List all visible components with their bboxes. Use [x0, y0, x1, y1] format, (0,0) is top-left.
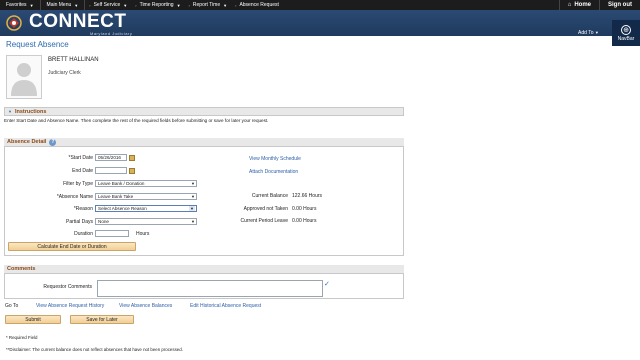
- partial-days-select[interactable]: None ▼: [95, 218, 197, 225]
- breadcrumb-label: Absence Request: [239, 2, 279, 8]
- chevron-down-icon: ▼: [191, 219, 195, 224]
- main-menu[interactable]: Main Menu ▼: [41, 0, 86, 10]
- breadcrumb-absence-request[interactable]: › Absence Request: [231, 0, 283, 10]
- sign-out-label: Sign out: [608, 2, 632, 8]
- breadcrumb-self-service[interactable]: › Self Service ▼: [85, 0, 131, 10]
- start-date-input[interactable]: 05/26/2016: [95, 154, 127, 161]
- employee-name: BRETT HALLINAN: [48, 57, 99, 63]
- filter-type-value: Leave Bank / Donation: [98, 181, 145, 186]
- reason-label: *Reason: [73, 206, 93, 212]
- current-balance-value: 122.66 Hours: [292, 193, 323, 199]
- chevron-down-icon: ▼: [191, 194, 195, 199]
- sign-out-button[interactable]: Sign out: [599, 0, 640, 10]
- current-period-leave-value: 0.00 Hours: [292, 218, 317, 224]
- chevron-right-icon: ›: [235, 2, 237, 8]
- goto-label: Go To: [5, 303, 19, 309]
- hours-unit-label: Hours: [136, 231, 150, 237]
- chevron-down-icon: ▼: [123, 2, 128, 8]
- collapse-triangle-icon: ▼: [8, 109, 12, 114]
- chevron-down-icon: ▼: [29, 2, 34, 8]
- home-label: Home: [574, 2, 591, 8]
- view-absence-request-history-link[interactable]: View Absence Request History: [36, 303, 104, 309]
- breadcrumb-time-reporting[interactable]: › Time Reporting ▼: [131, 0, 184, 10]
- home-button[interactable]: ⌂ Home: [558, 0, 599, 10]
- comments-header: Comments: [4, 265, 404, 274]
- logo-text: CONNECT: [29, 11, 127, 32]
- chevron-right-icon: ›: [89, 2, 91, 8]
- approved-not-taken-label: Approved not Taken: [243, 206, 288, 212]
- logo-subtitle: Maryland Judiciary: [90, 31, 133, 36]
- save-for-later-button[interactable]: Save for Later: [70, 315, 134, 324]
- view-monthly-schedule-link[interactable]: View Monthly Schedule: [249, 156, 301, 162]
- top-navigation-bar: Favorites ▼ Main Menu ▼ › Self Service ▼ › Ti…: [0, 0, 640, 10]
- main-menu-label: Main Menu: [46, 2, 72, 8]
- current-balance-label: Current Balance: [251, 193, 288, 199]
- absence-name-select[interactable]: Leave Bank Take ▼: [95, 193, 197, 200]
- chevron-down-icon: ▼: [191, 181, 195, 186]
- approved-not-taken-value: 0.00 Hours: [292, 206, 317, 212]
- filter-type-label: Filter by Type: [63, 181, 93, 187]
- absence-detail-header: Absence Detail ?: [4, 138, 404, 147]
- required-field-note: * Required Field: [6, 335, 38, 340]
- person-silhouette-icon: [11, 63, 37, 96]
- page-title: Request Absence: [6, 40, 69, 49]
- requestor-comments-textarea[interactable]: [97, 280, 323, 297]
- breadcrumb-label: Self Service: [93, 2, 121, 8]
- attach-documentation-link[interactable]: Attach Documentation: [249, 169, 298, 175]
- spellcheck-icon[interactable]: ✓: [324, 280, 330, 288]
- compass-icon: ⊕: [621, 24, 631, 35]
- chevron-down-icon: ▼: [189, 206, 195, 211]
- calendar-icon[interactable]: [129, 155, 135, 161]
- chevron-down-icon: ▼: [176, 2, 181, 8]
- app-header: CONNECT Maryland Judiciary Add To ▼ ⊕ Na…: [0, 10, 640, 46]
- instructions-title: Instructions: [14, 108, 47, 115]
- end-date-label: End Date: [72, 168, 93, 174]
- comments-title: Comments: [7, 266, 36, 272]
- home-icon: ⌂: [567, 2, 572, 8]
- current-period-leave-label: Current Period Leave: [240, 218, 288, 224]
- duration-label: Duration: [74, 231, 93, 237]
- calculate-button[interactable]: Calculate End Date or Duration: [8, 242, 136, 251]
- instructions-text: Enter Start Date and Absence Name. Then …: [4, 118, 269, 123]
- employee-job-title: Judiciary Clerk: [48, 70, 81, 76]
- absence-name-value: Leave Bank Take: [98, 194, 134, 199]
- reason-select[interactable]: Select Absence Reason ▼: [95, 205, 197, 212]
- chevron-right-icon: ›: [188, 2, 190, 8]
- favorites-menu[interactable]: Favorites ▼: [0, 0, 41, 10]
- logo-icon: [6, 15, 22, 31]
- view-absence-balances-link[interactable]: View Absence Balances: [119, 303, 172, 309]
- navbar-label: NavBar: [617, 35, 635, 42]
- add-to-menu[interactable]: Add To ▼: [578, 30, 599, 36]
- submit-button[interactable]: Submit: [5, 315, 61, 324]
- partial-days-value: None: [98, 219, 109, 224]
- navbar-button[interactable]: ⊕ NavBar: [612, 20, 640, 46]
- end-date-input[interactable]: [95, 167, 127, 174]
- favorites-label: Favorites: [6, 2, 27, 8]
- chevron-down-icon: ▼: [223, 2, 228, 8]
- filter-type-select[interactable]: Leave Bank / Donation ▼: [95, 180, 197, 187]
- absence-detail-title: Absence Detail: [7, 139, 47, 145]
- edit-historical-absence-request-link[interactable]: Edit Historical Absence Request: [190, 303, 261, 309]
- partial-days-label: Partial Days: [66, 219, 93, 225]
- duration-input[interactable]: [95, 230, 129, 237]
- chevron-down-icon: ▼: [74, 2, 79, 8]
- help-icon[interactable]: ?: [49, 138, 57, 146]
- avatar: [6, 55, 42, 99]
- disclaimer-note: **Disclaimer: The current balance does n…: [6, 347, 183, 352]
- breadcrumb-report-time[interactable]: › Report Time ▼: [185, 0, 232, 10]
- chevron-down-icon: ▼: [594, 30, 599, 35]
- requestor-comments-label: Requestor Comments: [43, 284, 92, 290]
- calendar-icon[interactable]: [129, 168, 135, 174]
- breadcrumb-label: Time Reporting: [139, 2, 174, 8]
- add-to-label: Add To: [578, 30, 594, 36]
- reason-value: Select Absence Reason: [98, 206, 147, 211]
- absence-name-label: *Absence Name: [56, 194, 93, 200]
- breadcrumb-label: Report Time: [192, 2, 221, 8]
- instructions-header[interactable]: ▼ Instructions: [4, 107, 404, 116]
- chevron-right-icon: ›: [135, 2, 137, 8]
- start-date-label: *Start Date: [68, 155, 93, 161]
